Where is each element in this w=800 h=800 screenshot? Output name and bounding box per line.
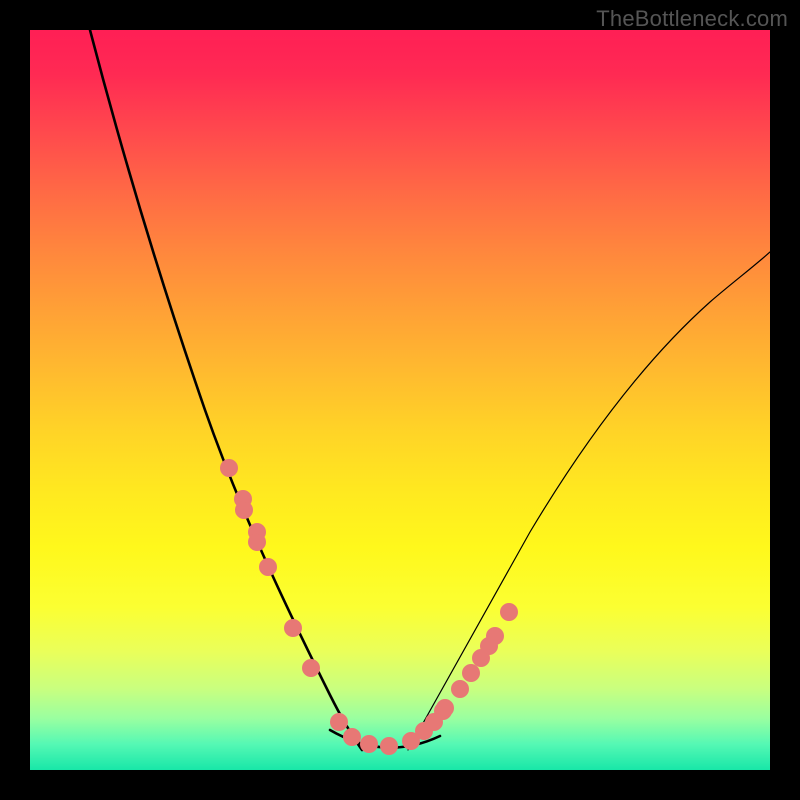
right-dot-cluster	[403, 604, 518, 750]
data-dot	[501, 604, 518, 621]
watermark-text: TheBottleneck.com	[596, 6, 788, 32]
plot-area	[30, 30, 770, 770]
curve-layer	[30, 30, 770, 770]
data-dot	[487, 628, 504, 645]
data-dot	[249, 534, 266, 551]
data-dot	[331, 714, 348, 731]
left-curve	[90, 30, 362, 750]
data-dot	[463, 665, 480, 682]
data-dot	[303, 660, 320, 677]
data-dot	[221, 460, 238, 477]
data-dot	[361, 736, 378, 753]
chart-frame: TheBottleneck.com	[0, 0, 800, 800]
data-dot	[260, 559, 277, 576]
data-dot	[285, 620, 302, 637]
data-dot	[236, 502, 253, 519]
data-dot	[344, 729, 361, 746]
left-dot-cluster	[221, 460, 398, 755]
data-dot	[452, 681, 469, 698]
data-dot	[381, 738, 398, 755]
data-dot	[437, 700, 454, 717]
